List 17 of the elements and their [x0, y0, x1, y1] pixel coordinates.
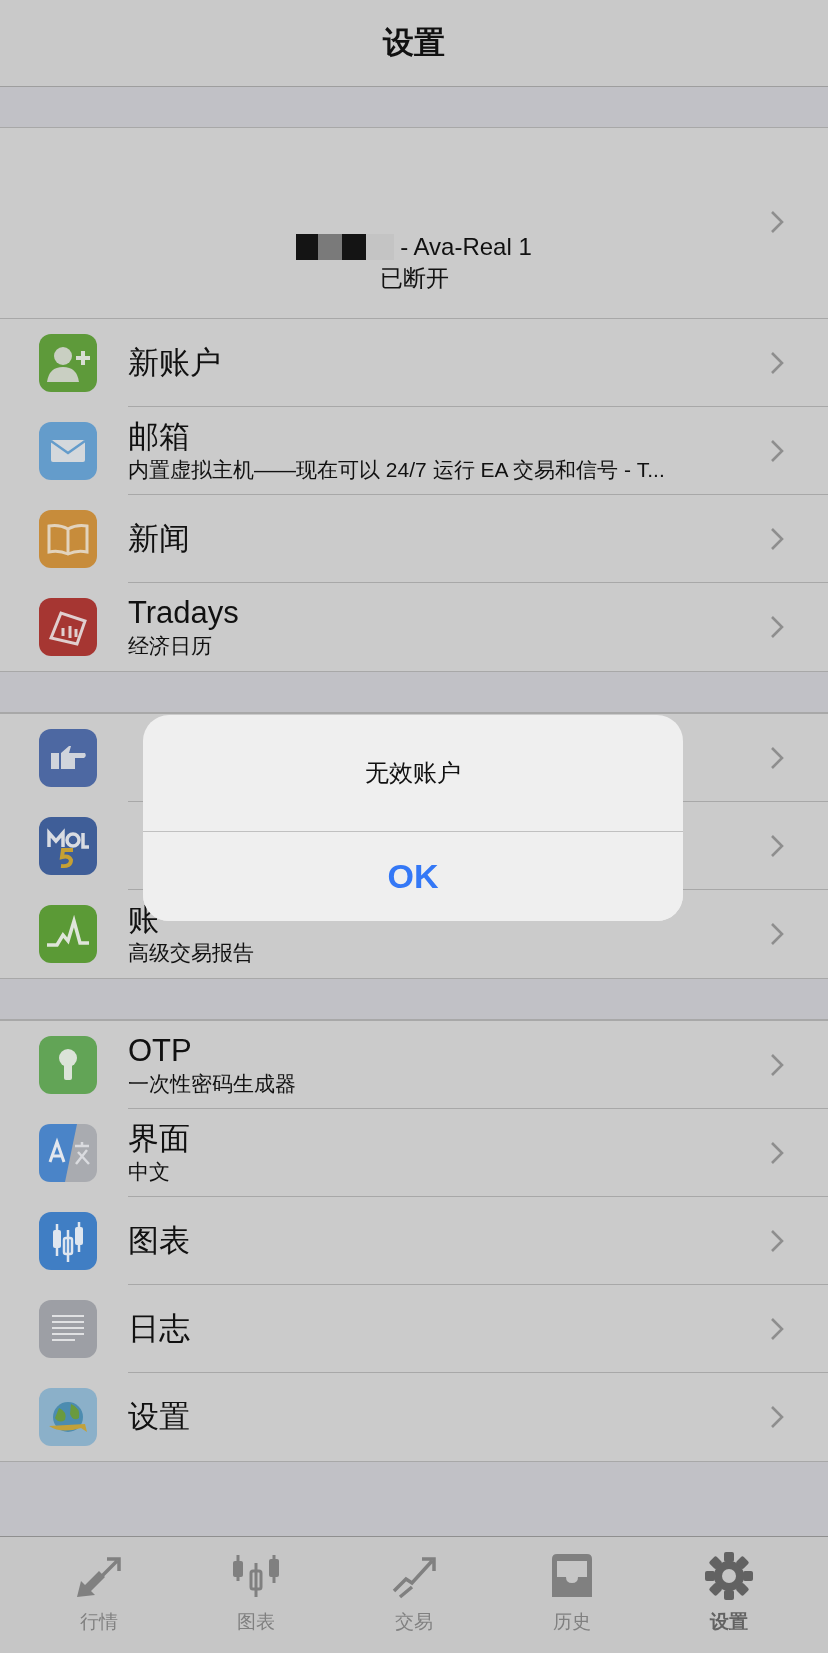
row-title: 图表	[128, 1222, 191, 1259]
row-title: Tradays	[128, 595, 240, 631]
row-subtitle: 一次性密码生成器	[128, 1070, 297, 1097]
account-server: - Ava-Real 1	[400, 233, 532, 261]
row-title: 界面	[128, 1120, 191, 1157]
row-subtitle: 经济日历	[128, 633, 213, 659]
account-status: 已断开	[379, 264, 449, 293]
row-title: OTP	[128, 1032, 193, 1069]
row-title: 邮箱	[128, 418, 191, 455]
row-title: 日志	[128, 1310, 191, 1347]
row-title: 设置	[128, 1399, 191, 1435]
row-title: 新账户	[128, 344, 222, 381]
row-subtitle: 中文	[128, 1158, 171, 1185]
row-title: 新闻	[128, 520, 191, 557]
row-subtitle: 高级交易报告	[128, 940, 255, 966]
page-title: 设置	[383, 24, 445, 62]
row-subtitle: 内置虚拟主机——现在可以 24/7 运行 EA 交易和信号 - T...	[128, 456, 666, 483]
